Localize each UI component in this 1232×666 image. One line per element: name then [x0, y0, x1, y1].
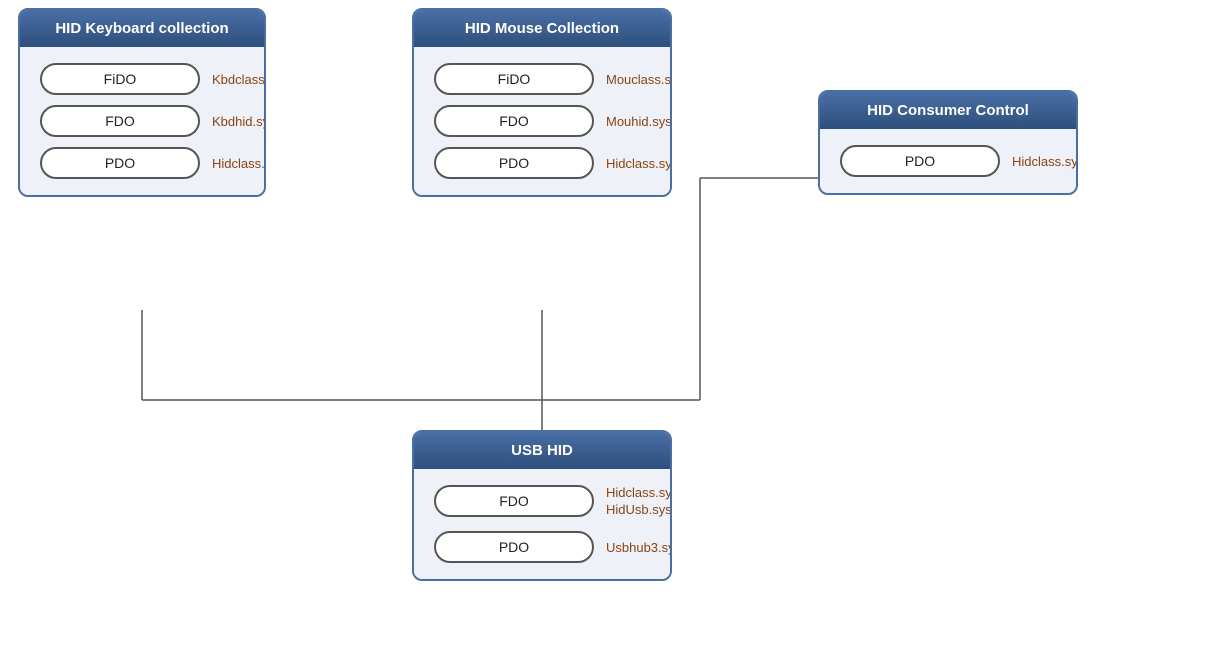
mouse-fdo-sys: Mouhid.sys: [606, 114, 672, 129]
mouse-pdo-pill: PDO: [434, 147, 594, 179]
mouse-fdo-row: FDO Mouhid.sys: [434, 105, 650, 137]
keyboard-fido-sys: Kbdclass.sys: [212, 72, 266, 87]
mouse-pdo-label: PDO: [499, 155, 529, 171]
keyboard-fdo-pill: FDO: [40, 105, 200, 137]
keyboard-pdo-row: PDO Hidclass.sys: [40, 147, 244, 179]
mouse-collection-header: HID Mouse Collection: [414, 10, 670, 47]
mouse-pdo-row: PDO Hidclass.sys: [434, 147, 650, 179]
keyboard-pdo-sys: Hidclass.sys: [212, 156, 266, 171]
usb-body: FDO Hidclass.sys/HidUsb.sys PDO Usbhub3.…: [414, 469, 670, 579]
consumer-title: HID Consumer Control: [867, 102, 1029, 119]
keyboard-fdo-label: FDO: [105, 113, 135, 129]
keyboard-fdo-row: FDO Kbdhid.sys: [40, 105, 244, 137]
usb-fdo-label: FDO: [499, 493, 529, 509]
mouse-fido-row: FiDO Mouclass.sys: [434, 63, 650, 95]
mouse-fido-sys: Mouclass.sys: [606, 72, 672, 87]
keyboard-collection: HID Keyboard collection FiDO Kbdclass.sy…: [18, 8, 266, 197]
usb-pdo-label: PDO: [499, 539, 529, 555]
usb-collection: USB HID FDO Hidclass.sys/HidUsb.sys PDO …: [412, 430, 672, 581]
usb-pdo-sys: Usbhub3.sys: [606, 540, 672, 555]
keyboard-fido-row: FiDO Kbdclass.sys: [40, 63, 244, 95]
diagram-container: HID Keyboard collection FiDO Kbdclass.sy…: [0, 0, 1232, 666]
mouse-collection: HID Mouse Collection FiDO Mouclass.sys F…: [412, 8, 672, 197]
consumer-pdo-pill: PDO: [840, 145, 1000, 177]
mouse-pdo-sys: Hidclass.sys: [606, 156, 672, 171]
mouse-fdo-pill: FDO: [434, 105, 594, 137]
consumer-pdo-sys: Hidclass.sys: [1012, 154, 1078, 169]
mouse-fido-pill: FiDO: [434, 63, 594, 95]
keyboard-pdo-label: PDO: [105, 155, 135, 171]
keyboard-collection-header: HID Keyboard collection: [20, 10, 264, 47]
mouse-fido-label: FiDO: [498, 71, 531, 87]
mouse-fdo-label: FDO: [499, 113, 529, 129]
usb-collection-header: USB HID: [414, 432, 670, 469]
consumer-body: PDO Hidclass.sys: [820, 129, 1076, 193]
keyboard-fdo-sys: Kbdhid.sys: [212, 114, 266, 129]
mouse-body: FiDO Mouclass.sys FDO Mouhid.sys PDO Hid…: [414, 47, 670, 195]
keyboard-body: FiDO Kbdclass.sys FDO Kbdhid.sys PDO Hid…: [20, 47, 264, 195]
consumer-pdo-label: PDO: [905, 153, 935, 169]
mouse-title: HID Mouse Collection: [465, 20, 619, 37]
keyboard-pdo-pill: PDO: [40, 147, 200, 179]
consumer-collection: HID Consumer Control PDO Hidclass.sys: [818, 90, 1078, 195]
keyboard-fido-label: FiDO: [104, 71, 137, 87]
usb-pdo-row: PDO Usbhub3.sys: [434, 531, 650, 563]
usb-fdo-row: FDO Hidclass.sys/HidUsb.sys: [434, 485, 650, 517]
usb-pdo-pill: PDO: [434, 531, 594, 563]
keyboard-fido-pill: FiDO: [40, 63, 200, 95]
usb-fdo-sys: Hidclass.sys/HidUsb.sys: [606, 485, 672, 519]
keyboard-title: HID Keyboard collection: [55, 20, 228, 37]
consumer-pdo-row: PDO Hidclass.sys: [840, 145, 1056, 177]
usb-title: USB HID: [511, 442, 573, 459]
usb-fdo-pill: FDO: [434, 485, 594, 517]
consumer-collection-header: HID Consumer Control: [820, 92, 1076, 129]
